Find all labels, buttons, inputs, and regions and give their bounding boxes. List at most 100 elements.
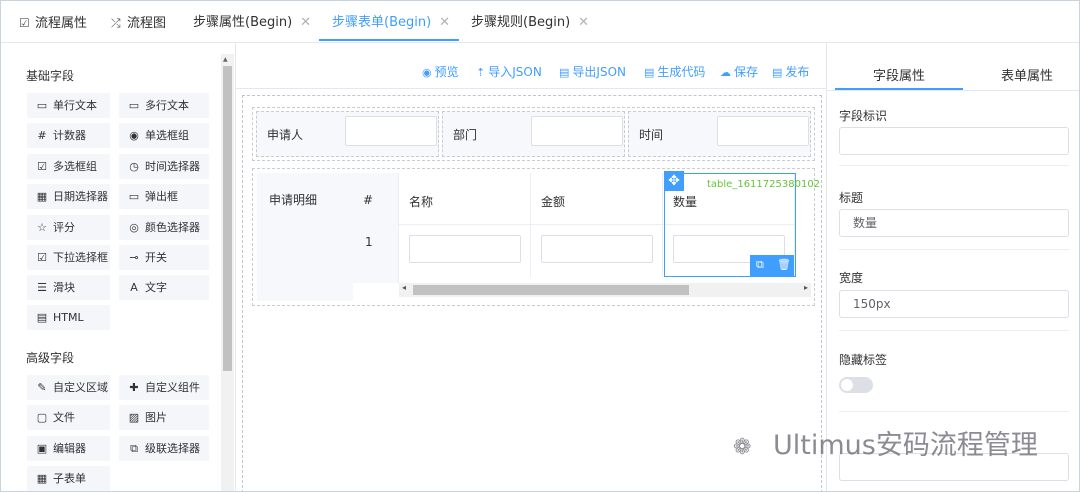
time-input[interactable] <box>717 116 809 146</box>
field-label: 时间 <box>639 128 664 142</box>
scroll-left-icon[interactable]: ◂ <box>402 283 406 292</box>
scrollbar-thumb[interactable] <box>413 285 689 295</box>
title-input[interactable]: 数量 <box>839 209 1069 237</box>
publish-button[interactable]: ▤ 发布 <box>772 63 809 80</box>
component-file[interactable]: ▢ 文件 <box>27 405 110 430</box>
component-popup[interactable]: ▭ 弹出框 <box>119 184 209 209</box>
scrollbar-thumb[interactable] <box>223 66 232 371</box>
move-icon[interactable]: ✥ <box>664 171 684 191</box>
upload-icon: ⇡ <box>476 66 486 79</box>
component-image[interactable]: ▨ 图片 <box>119 405 209 430</box>
properties-tabs: 字段属性 表单属性 <box>827 43 1079 91</box>
field-applicant[interactable]: 申请人 <box>256 111 439 157</box>
export-json-button[interactable]: ▤ 导出JSON <box>559 63 626 80</box>
component-multi-line-text[interactable]: ▭ 多行文本 <box>119 93 209 118</box>
generate-code-button[interactable]: ▤ 生成代码 <box>644 63 705 80</box>
star-icon: ☆ <box>37 221 47 234</box>
name-input[interactable] <box>409 235 521 263</box>
copy-icon[interactable]: ⧉ <box>756 258 764 272</box>
scroll-up-icon[interactable]: ▲ <box>223 56 228 63</box>
switch-knob <box>841 379 853 391</box>
component-date-picker[interactable]: ▦ 日期选择器 <box>27 184 110 209</box>
popup-icon: ▭ <box>128 190 140 203</box>
tab-label: 流程属性 <box>35 16 88 31</box>
field-label: 申请明细 <box>269 193 318 207</box>
column-header[interactable]: 金额 <box>531 173 663 225</box>
tab-field-properties[interactable]: 字段属性 <box>873 65 925 84</box>
component-rating[interactable]: ☆ 评分 <box>27 215 110 240</box>
field-time[interactable]: 时间 <box>628 111 811 157</box>
component-custom-area[interactable]: ✎ 自定义区域 <box>27 375 110 400</box>
cloud-upload-icon: ☁ <box>720 66 731 79</box>
close-icon[interactable]: ✕ <box>578 15 589 30</box>
department-input[interactable] <box>531 116 623 146</box>
component-cascader[interactable]: ⧉ 级联选择器 <box>119 436 209 461</box>
edit-icon: ☑ <box>19 16 30 30</box>
component-checkbox-group[interactable]: ☑ 多选框组 <box>27 154 110 179</box>
table-id-label: table_1611725380102 <box>707 179 821 190</box>
grid-row[interactable]: 申请人 部门 时间 <box>252 107 815 161</box>
component-select[interactable]: ☑ 下拉选择框 <box>27 245 110 270</box>
advanced-fields-title: 高级字段 <box>26 351 75 365</box>
puzzle-icon: ✚ <box>129 381 139 394</box>
component-panel: 基础字段 ▭ 单行文本 ▭ 多行文本 # 计数器 ◉ 单选框组 ☑ 多选框组 ◷ 时间选择器… <box>1 43 235 491</box>
component-html[interactable]: ▤ HTML <box>27 305 110 330</box>
component-single-line-text[interactable]: ▭ 单行文本 <box>27 93 110 118</box>
slider-icon: ☰ <box>37 281 47 294</box>
column-actions: ⧉ 🗑 <box>750 255 794 277</box>
radio-icon: ◉ <box>129 129 139 142</box>
table-cell <box>531 225 663 277</box>
import-json-button[interactable]: ⇡ 导入JSON <box>476 63 542 80</box>
cascader-icon: ⧉ <box>130 442 138 455</box>
file-icon: ▢ <box>36 411 48 424</box>
active-tab-indicator <box>835 88 963 90</box>
width-input[interactable]: 150px <box>839 290 1069 318</box>
component-subform[interactable]: ▦ 子表单 <box>27 466 110 491</box>
component-custom-widget[interactable]: ✚ 自定义组件 <box>119 375 209 400</box>
component-slider[interactable]: ☰ 滑块 <box>27 275 110 300</box>
editor-icon: ▣ <box>36 442 48 455</box>
applicant-input[interactable] <box>345 116 437 146</box>
divider <box>839 330 1069 331</box>
left-panel-scrollbar[interactable]: ▲ <box>221 54 234 491</box>
preview-button[interactable]: ◉ 预览 <box>422 63 459 80</box>
tab-form-properties[interactable]: 表单属性 <box>1001 65 1053 84</box>
eye-icon: ◉ <box>422 66 432 79</box>
close-icon[interactable]: ✕ <box>300 15 311 30</box>
basic-fields-title: 基础字段 <box>26 69 75 83</box>
wechat-icon: ❁ <box>733 435 752 460</box>
component-counter[interactable]: # 计数器 <box>27 123 110 148</box>
checkbox-icon: ☑ <box>37 160 47 173</box>
component-editor[interactable]: ▣ 编辑器 <box>27 436 110 461</box>
save-button[interactable]: ☁ 保存 <box>720 63 758 80</box>
tab-step-properties[interactable]: 步骤属性(Begin) ✕ <box>193 1 311 43</box>
designer-toolbar: ◉ 预览 ⇡ 导入JSON ▤ 导出JSON ▤ 生成代码 ☁ 保存 ▤ 发布 <box>236 43 828 89</box>
tab-process-diagram[interactable]: ⤮ 流程图 <box>111 1 166 43</box>
grid-row[interactable]: 申请明细 # 1 名称 金额 数量 ✥ ⧉ 🗑 ◂ ▸ table_161172… <box>252 168 820 306</box>
field-department[interactable]: 部门 <box>442 111 625 157</box>
tab-step-rules[interactable]: 步骤规则(Begin) ✕ <box>471 1 589 43</box>
component-radio-group[interactable]: ◉ 单选框组 <box>119 123 209 148</box>
close-icon[interactable]: ✕ <box>439 15 450 30</box>
tab-step-form[interactable]: 步骤表单(Begin) ✕ <box>332 1 450 43</box>
amount-input[interactable] <box>541 235 653 263</box>
component-switch[interactable]: ⊸ 开关 <box>119 245 209 270</box>
scroll-right-icon[interactable]: ▸ <box>804 283 808 292</box>
component-time-picker[interactable]: ◷ 时间选择器 <box>119 154 209 179</box>
clock-icon: ◷ <box>129 160 139 173</box>
tab-process-properties[interactable]: ☑ 流程属性 <box>19 1 87 43</box>
title-label: 标题 <box>839 191 864 205</box>
sub-table[interactable]: # 1 名称 金额 数量 ✥ ⧉ 🗑 ◂ ▸ <box>353 171 811 301</box>
trash-icon[interactable]: 🗑 <box>777 258 791 271</box>
hide-label-switch[interactable] <box>839 377 873 393</box>
field-id-input[interactable] <box>839 127 1069 155</box>
component-color-picker[interactable]: ◎ 颜色选择器 <box>119 215 209 240</box>
app-window: ☑ 流程属性 ⤮ 流程图 步骤属性(Begin) ✕ 步骤表单(Begin) ✕ 步骤规… <box>0 0 1080 492</box>
component-text[interactable]: A 文字 <box>119 275 209 300</box>
index-column <box>353 173 399 283</box>
row-index: 1 <box>365 235 373 249</box>
table-horizontal-scrollbar[interactable]: ◂ ▸ <box>399 283 811 297</box>
input-icon: ▭ <box>36 99 48 112</box>
column-header[interactable]: 名称 <box>399 173 531 225</box>
active-tab-indicator <box>319 39 459 41</box>
